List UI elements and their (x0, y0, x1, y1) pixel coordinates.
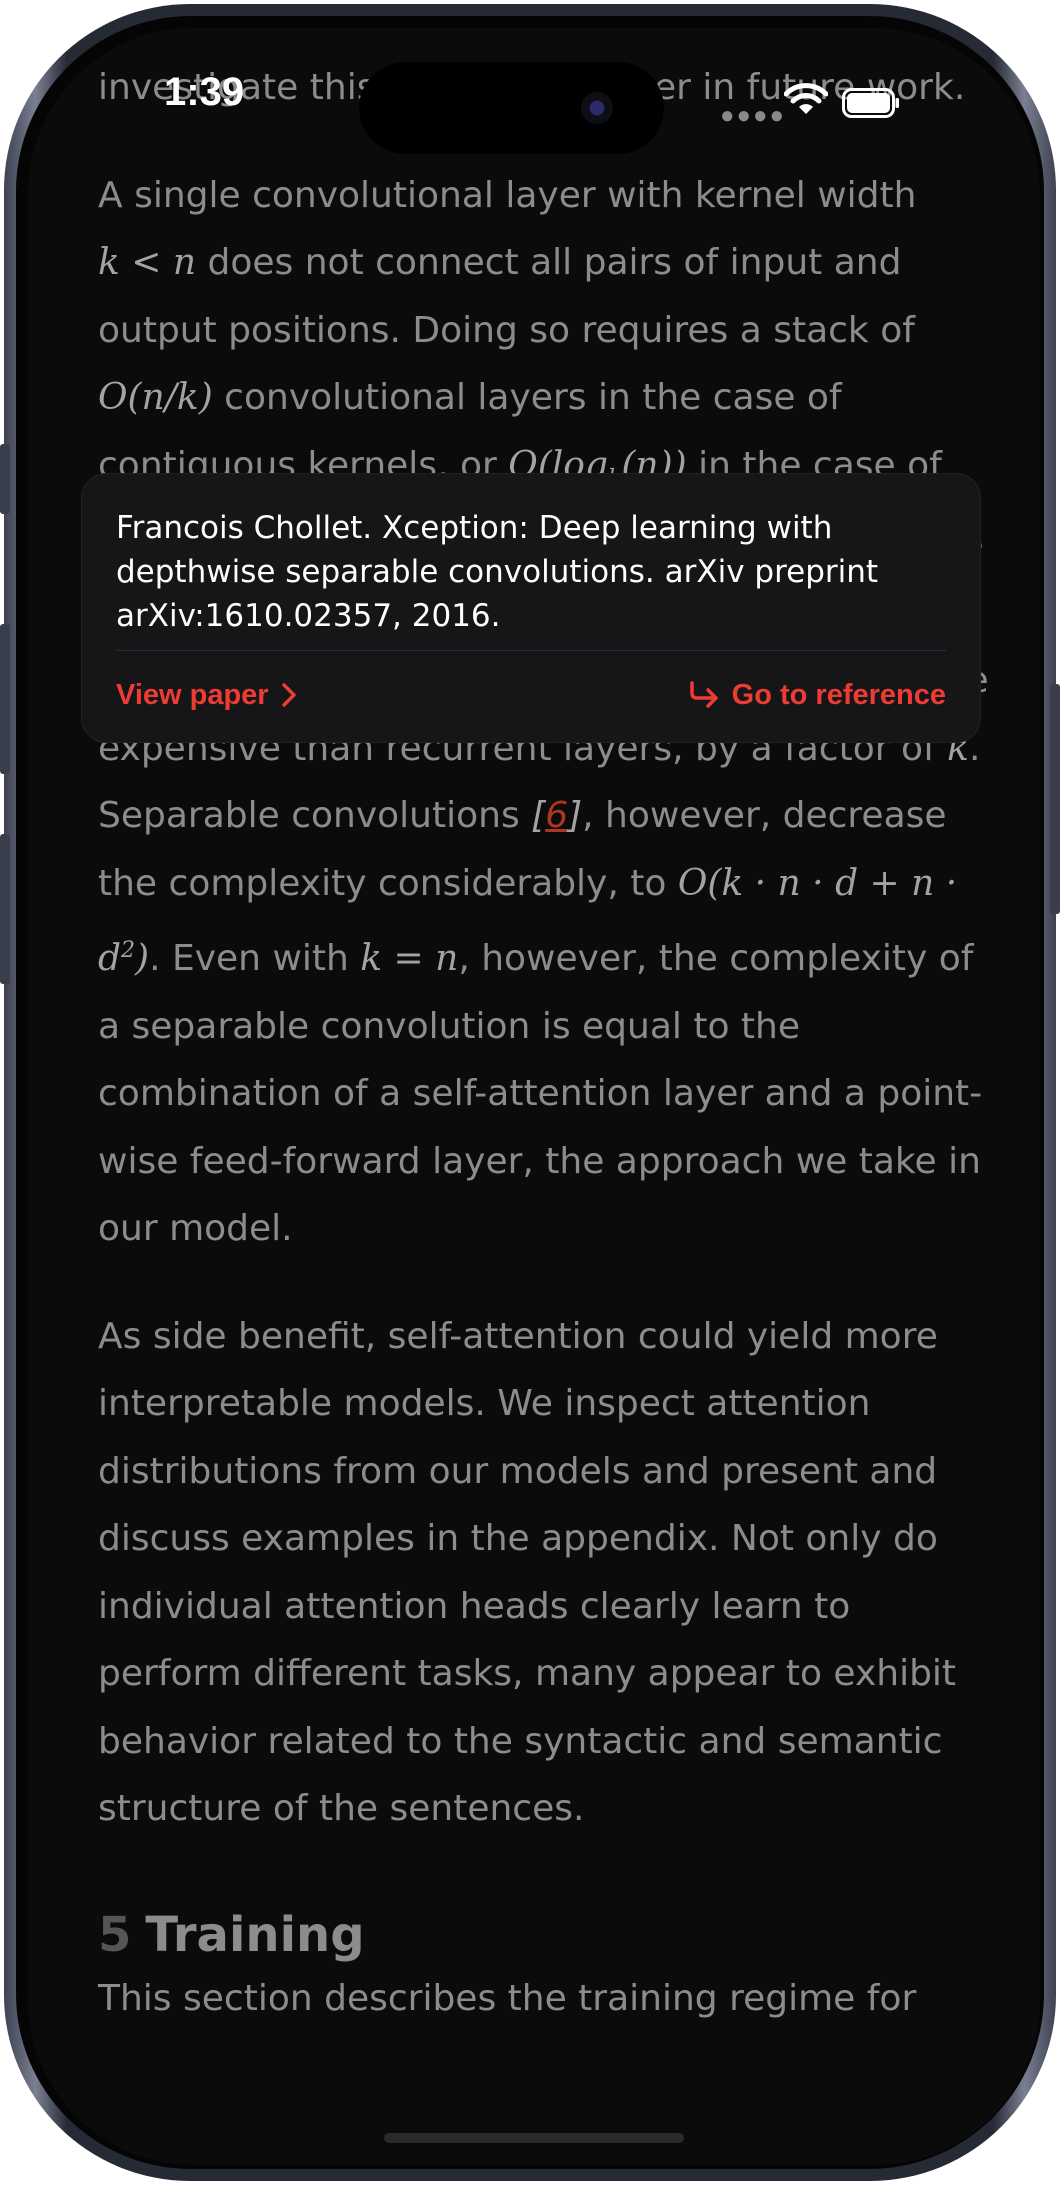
return-arrow-icon (689, 681, 718, 708)
action-button (0, 444, 10, 514)
status-time: 1:39 (164, 70, 245, 114)
wifi-icon (784, 83, 828, 114)
signal-dots-icon: ●●●● (720, 102, 786, 129)
status-bar: 1:39 ●●●● (28, 28, 1016, 154)
popup-divider (116, 650, 946, 651)
phone-frame: investigate this approach further in fut… (0, 4, 1060, 2181)
volume-down-button (0, 834, 10, 984)
camera-icon (581, 92, 613, 124)
section-number: 5 (98, 1906, 132, 1963)
paragraph-training: This section describes the training regi… (98, 1977, 917, 2019)
reference-citation: Francois Chollet. Xception: Deep learnin… (116, 510, 879, 634)
section-title: Training (145, 1906, 365, 1963)
home-indicator[interactable] (384, 2133, 684, 2143)
go-to-reference-button[interactable]: Go to reference (688, 670, 946, 720)
chevron-right-icon (281, 683, 296, 707)
citation-link-6[interactable]: [6] (531, 795, 582, 836)
view-paper-button[interactable]: View paper (116, 670, 297, 720)
screen: investigate this approach further in fut… (28, 28, 1040, 2165)
dynamic-island (359, 62, 664, 154)
paragraph-interpretability: As side benefit, self-attention could yi… (98, 1315, 957, 1830)
battery-icon (842, 88, 899, 118)
volume-up-button (0, 624, 10, 774)
power-button (1050, 684, 1060, 914)
reference-popup: Francois Chollet. Xception: Deep learnin… (82, 474, 980, 742)
article-content[interactable]: investigate this approach further in fut… (98, 54, 998, 2032)
section-heading: 5 Training (98, 1905, 998, 1965)
